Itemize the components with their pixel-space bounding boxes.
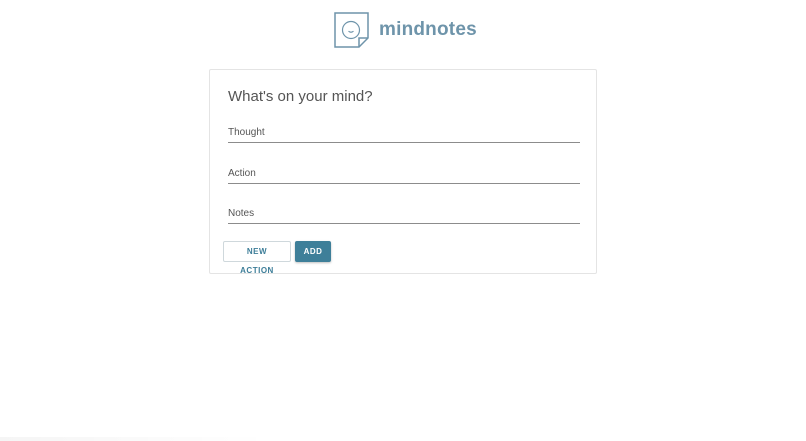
add-button[interactable]: ADD	[295, 241, 331, 262]
brand-name: mindnotes	[379, 19, 477, 40]
bottom-edge-shadow	[0, 437, 270, 441]
notes-field	[228, 205, 580, 224]
note-form-card: What's on your mind? NEW ACTION ADD	[209, 69, 597, 275]
notes-input[interactable]	[228, 205, 580, 222]
action-input[interactable]	[228, 165, 580, 182]
brand-header: mindnotes	[333, 11, 477, 49]
thought-input[interactable]	[228, 124, 580, 141]
page: mindnotes What's on your mind? NEW ACTIO…	[0, 0, 806, 441]
action-field	[228, 165, 580, 184]
form-title: What's on your mind?	[228, 88, 373, 105]
note-face-icon	[334, 12, 369, 48]
new-action-button[interactable]: NEW ACTION	[223, 241, 291, 275]
thought-field	[228, 124, 580, 143]
